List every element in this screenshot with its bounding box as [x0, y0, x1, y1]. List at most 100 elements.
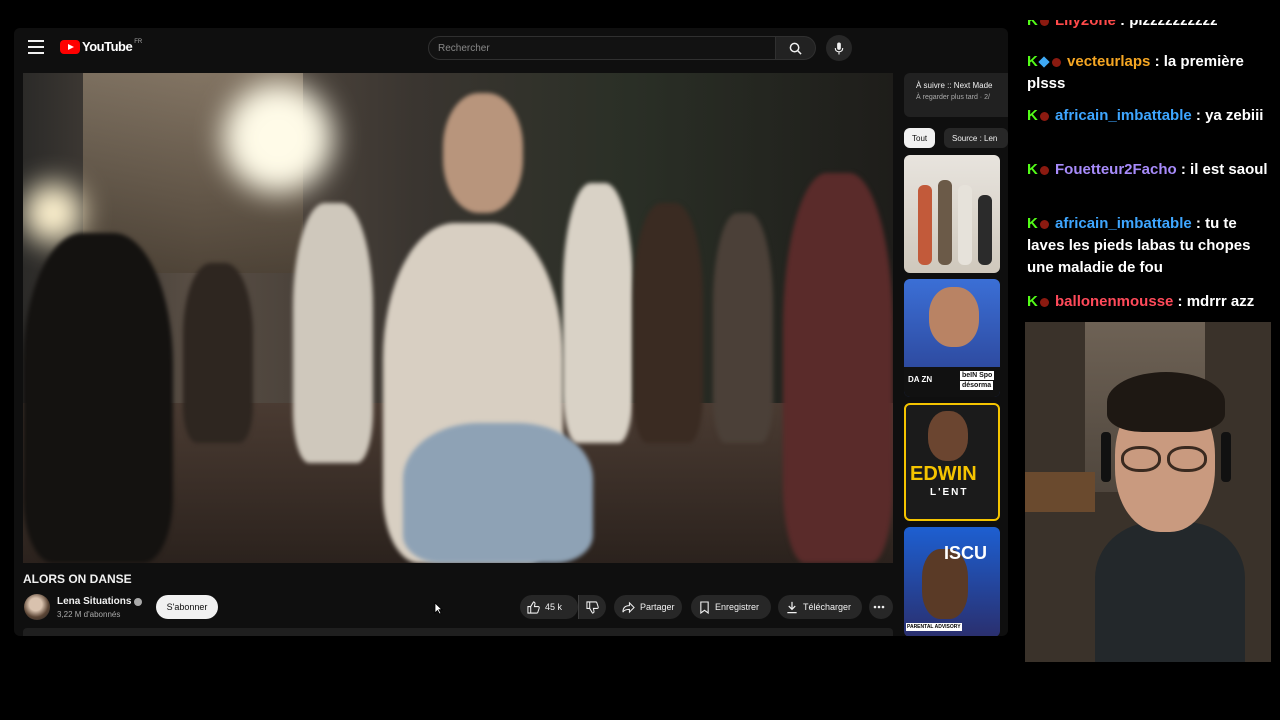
kick-badge-icon: K [1027, 20, 1038, 29]
thumbnail-figure [958, 185, 972, 265]
search-button[interactable] [776, 36, 816, 60]
recommended-video-thumbnail[interactable]: EDWIN L'ENT [904, 403, 1000, 521]
chip-all[interactable]: Tout [904, 128, 936, 148]
thumbnail-face [928, 411, 968, 461]
thumbnail-text: désorma [960, 381, 994, 390]
like-count: 45 k [545, 602, 563, 612]
crowd-person [293, 203, 373, 463]
glasses-right-lens [1167, 446, 1207, 472]
screen: YouTube FR Rechercher ALORS ON DANSE Len… [0, 0, 1280, 720]
streamer-webcam [1025, 322, 1271, 662]
chat-username[interactable]: Fouetteur2Facho [1055, 161, 1177, 178]
dancing-man-head [443, 93, 523, 213]
search-input[interactable] [438, 37, 758, 59]
youtube-play-icon [60, 39, 80, 54]
voice-search-button[interactable] [826, 35, 852, 61]
thumbnail-figure [978, 195, 992, 265]
hamburger-menu-icon[interactable] [28, 40, 44, 54]
share-button[interactable]: Partager [614, 595, 682, 619]
dislike-button[interactable] [578, 595, 606, 619]
fire-badge-icon [1039, 297, 1049, 307]
up-next-subtitle: À regarder plus tard · 2/ [916, 94, 990, 101]
microphone-icon [834, 41, 844, 55]
thumbnail-text: L'ENT [930, 487, 969, 498]
streamer-body [1095, 522, 1245, 662]
share-label: Partager [640, 602, 675, 612]
fire-badge-icon [1039, 20, 1049, 26]
thumbnail-figure [938, 180, 952, 265]
up-next-title: À suivre :: Next Made [916, 81, 993, 90]
thumbnail-figure [918, 185, 932, 265]
chat-message: K Fouetteur2Facho : il est saoul [1027, 159, 1277, 181]
thumbnail-text: DA ZN [908, 375, 933, 384]
search-box [428, 36, 776, 60]
download-button[interactable]: Télécharger [778, 595, 862, 619]
cube-badge-icon [1038, 56, 1050, 68]
save-button[interactable]: Enregistrer [691, 595, 771, 619]
verified-icon [134, 597, 143, 606]
like-button[interactable]: 45 k [520, 595, 578, 619]
bookmark-icon [700, 600, 709, 614]
chat-username[interactable]: ballonenmousse [1055, 293, 1173, 310]
youtube-header: YouTube FR [14, 28, 1008, 68]
chat-message: K Lily2one : plzzzzzzzzzz [1027, 20, 1277, 32]
download-label: Télécharger [803, 602, 852, 612]
up-next-playlist-card[interactable]: À suivre :: Next Made À regarder plus ta… [904, 73, 1008, 117]
chat-username[interactable]: africain_imbattable [1055, 107, 1192, 124]
save-label: Enregistrer [715, 602, 760, 612]
chat-message: K vecteurlaps : la première plsss [1027, 51, 1277, 95]
more-horizontal-icon [873, 605, 884, 609]
crowd-person [633, 203, 703, 443]
chat-username[interactable]: Lily2one [1055, 20, 1116, 29]
recommended-video-thumbnail[interactable]: beIN Spo désorma DA ZN [904, 279, 1000, 397]
crowd-person [183, 263, 253, 443]
headset-icon [1101, 432, 1111, 482]
chat-username[interactable]: africain_imbattable [1055, 215, 1192, 232]
thumbnail-text: ISCU [944, 543, 988, 563]
subscribe-button[interactable]: S'abonner [156, 595, 218, 619]
crowd-person [713, 213, 773, 443]
video-title: ALORS ON DANSE [23, 572, 132, 586]
parental-advisory-label: PARENTAL ADVISORY [906, 623, 962, 631]
kick-badge-icon: K [1027, 107, 1038, 124]
chat-username[interactable]: vecteurlaps [1067, 53, 1150, 70]
thumbnail-face [929, 287, 979, 347]
recommended-video-thumbnail[interactable] [904, 155, 1000, 273]
kick-badge-icon: K [1027, 161, 1038, 178]
chat-text: : plzzzzzzzzzz [1120, 20, 1218, 29]
fire-badge-icon [1039, 111, 1049, 121]
logo-region: FR [134, 38, 143, 45]
subscriber-count: 3,22 M d'abonnés [57, 610, 121, 619]
search-icon [789, 42, 802, 55]
more-actions-button[interactable] [869, 595, 893, 619]
crowd-person [563, 183, 633, 443]
download-icon [787, 601, 797, 613]
thumbs-up-icon [527, 600, 540, 614]
kick-badge-icon: K [1027, 53, 1038, 70]
chat-text: : mdrrr azz [1177, 293, 1255, 310]
chat-text: : ya zebiii [1195, 107, 1264, 124]
channel-avatar[interactable] [24, 594, 50, 620]
stream-chat: K Lily2one : plzzzzzzzzzz K vecteurlaps … [1020, 20, 1280, 320]
street-light [223, 83, 333, 193]
channel-name-row[interactable]: Lena Situations [57, 596, 143, 607]
share-icon [622, 601, 635, 613]
chat-text: : il est saoul [1180, 161, 1268, 178]
fire-badge-icon [1051, 57, 1061, 67]
video-player[interactable] [23, 73, 893, 563]
kick-badge-icon: K [1027, 215, 1038, 232]
channel-name: Lena Situations [57, 596, 132, 607]
headset-icon [1221, 432, 1231, 482]
crowd-person [23, 233, 173, 563]
mouse-cursor-icon [434, 602, 443, 615]
description-box-edge [23, 628, 893, 636]
chat-message: K africain_imbattable : tu te laves les … [1027, 213, 1277, 279]
recommended-video-thumbnail[interactable]: ISCU PARENTAL ADVISORY [904, 527, 1000, 636]
dancing-man-jeans [403, 423, 593, 563]
chip-source[interactable]: Source : Len [944, 128, 1008, 148]
youtube-logo[interactable]: YouTube FR [60, 39, 142, 54]
chat-message: K africain_imbattable : ya zebiii [1027, 105, 1277, 127]
streamer-hair [1107, 372, 1225, 432]
logo-text: YouTube [82, 39, 133, 54]
thumbnail-text: beIN Spo [960, 371, 995, 380]
